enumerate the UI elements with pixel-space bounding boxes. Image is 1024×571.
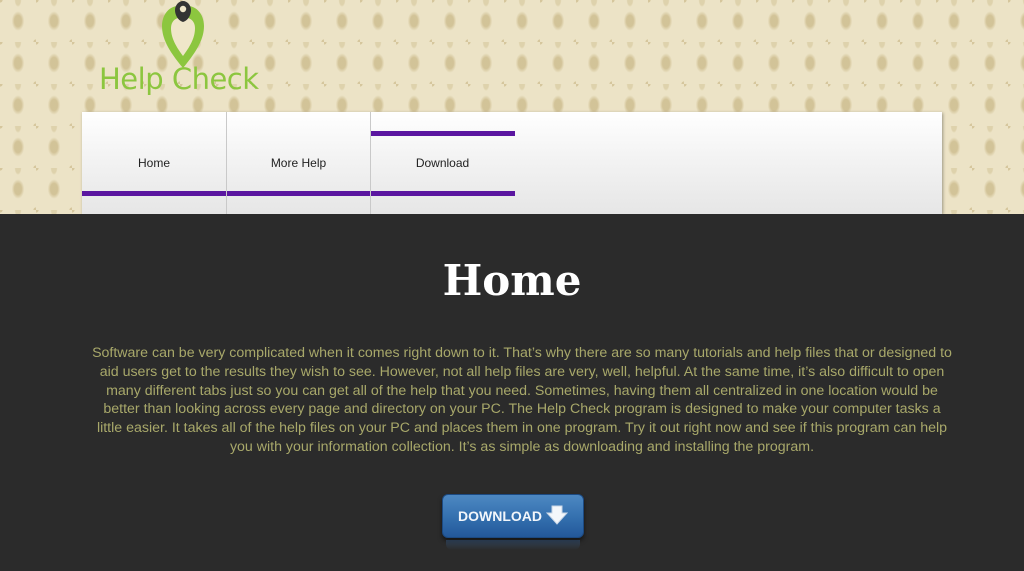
logo[interactable]: Help Check — [96, 0, 266, 104]
nav-active-indicator — [82, 191, 226, 196]
intro-paragraph: Software can be very complicated when it… — [92, 345, 952, 455]
download-button[interactable]: DOWNLOAD — [442, 494, 584, 538]
nav-item-label: Download — [415, 156, 470, 170]
download-button-reflection — [446, 540, 580, 550]
nav-item-underline — [227, 191, 371, 196]
main-navigation: Home More Help Download — [82, 112, 942, 214]
download-button-label: DOWNLOAD — [458, 508, 542, 524]
main-content: Home Software can be very complicated wh… — [0, 214, 1024, 571]
nav-item-overline — [371, 131, 515, 136]
map-pin-heart-icon — [162, 1, 204, 68]
page-title: Home — [442, 256, 582, 305]
logo-text: Help Check — [99, 62, 259, 96]
nav-item-download[interactable]: Download — [370, 112, 515, 214]
nav-item-more-help[interactable]: More Help — [226, 112, 371, 214]
header-background: Help Check Home More Help Download — [0, 0, 1024, 214]
nav-item-underline — [371, 191, 515, 196]
nav-item-home[interactable]: Home — [82, 112, 226, 214]
nav-item-label: Home — [137, 156, 170, 170]
down-arrow-icon — [545, 505, 569, 528]
nav-item-label: More Help — [270, 156, 327, 170]
